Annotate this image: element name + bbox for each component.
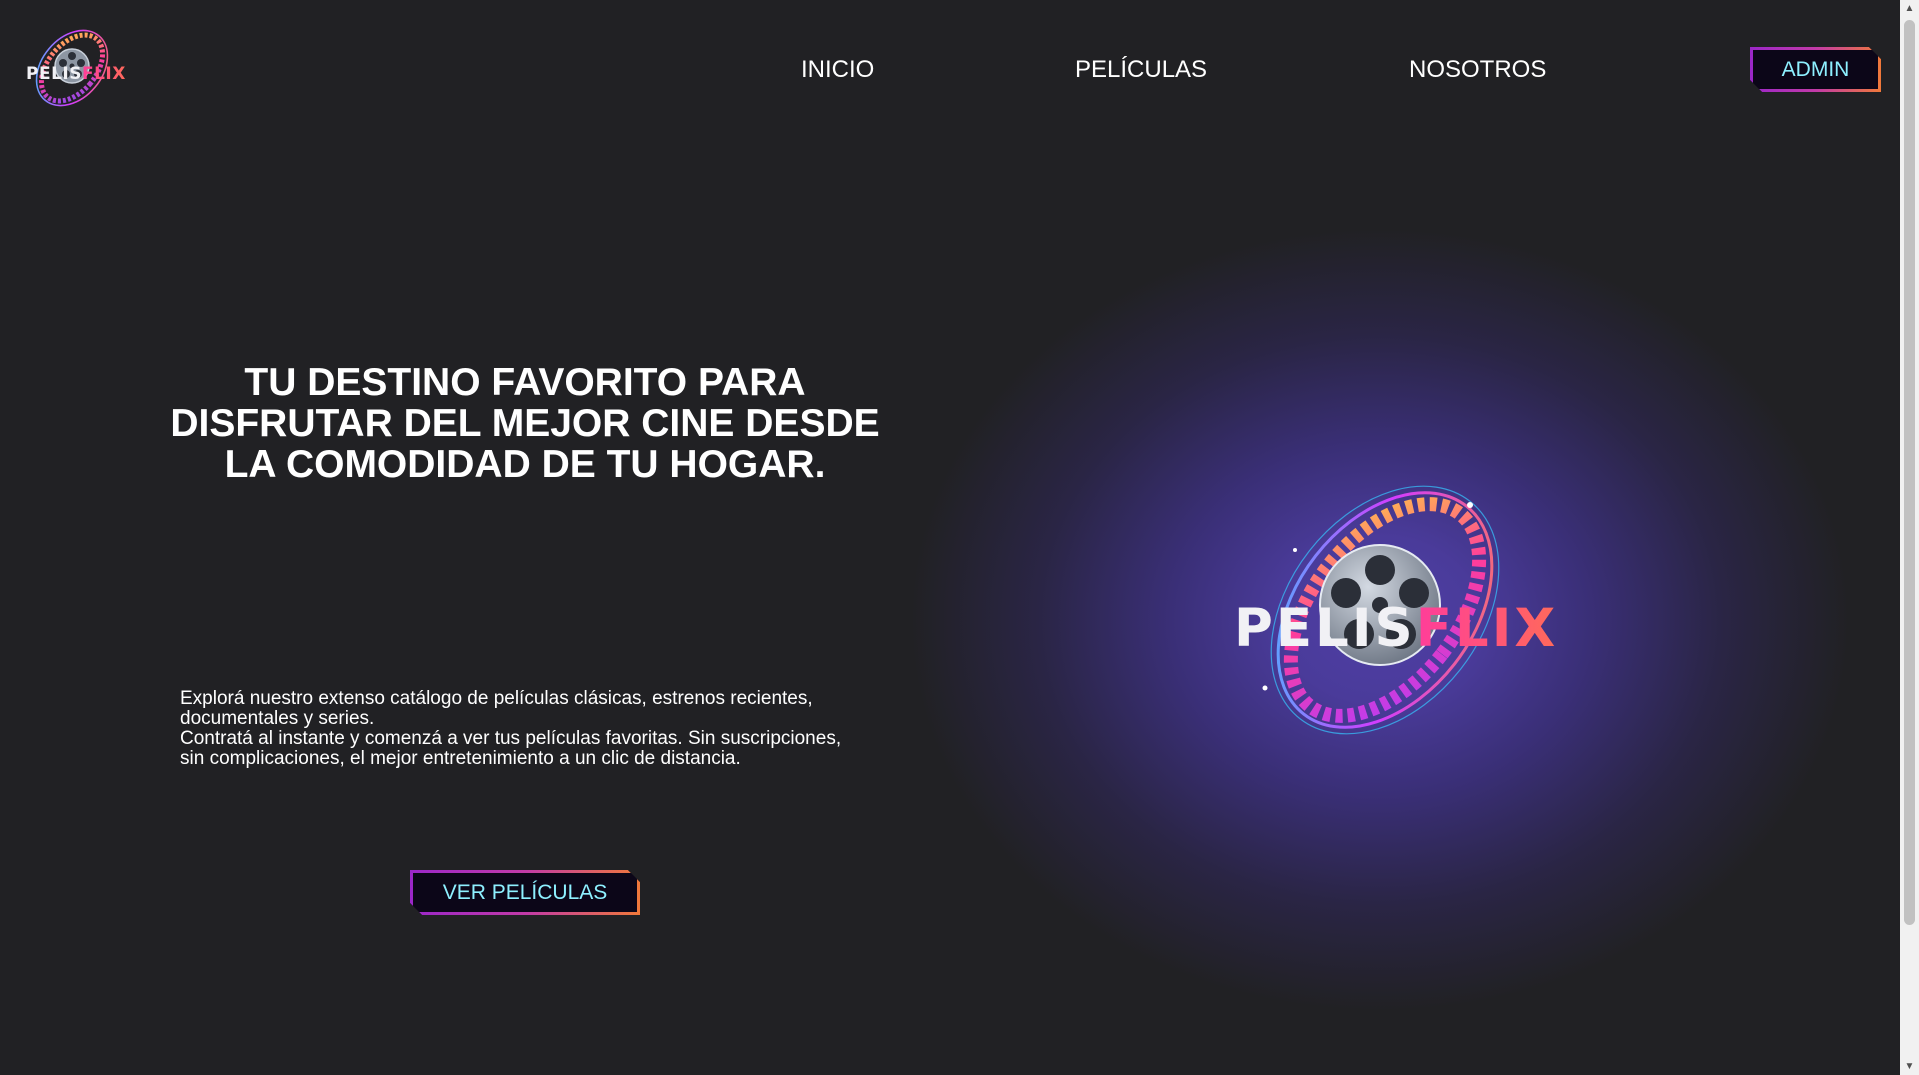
site-logo[interactable]: PELISFLIX: [22, 24, 125, 114]
hero-logo-text: PELISFLIX: [1234, 598, 1558, 659]
hero-logo-flix-text: FLIX: [1415, 598, 1559, 659]
ver-peliculas-button[interactable]: VER PELÍCULAS: [410, 870, 640, 915]
nav-link-peliculas[interactable]: PELÍCULAS: [1075, 56, 1207, 84]
nav-link-inicio[interactable]: INICIO: [801, 56, 874, 84]
site-header: PELISFLIX INICIO PELÍCULAS NOSOTROS ADMI…: [0, 0, 1900, 140]
vertical-scrollbar[interactable]: ▲ ▼: [1900, 0, 1919, 1075]
nav-link-nosotros[interactable]: NOSOTROS: [1409, 56, 1546, 84]
admin-button[interactable]: ADMIN: [1750, 47, 1881, 92]
page: PELISFLIX INICIO PELÍCULAS NOSOTROS ADMI…: [0, 0, 1919, 1075]
hero-paragraph-contract: Contratá al instante y comenzá a ver tus…: [180, 728, 842, 769]
ver-peliculas-button-label: VER PELÍCULAS: [442, 880, 608, 904]
scrollbar-thumb[interactable]: [1904, 20, 1915, 925]
admin-button-label: ADMIN: [1781, 57, 1850, 81]
hero-paragraph-catalog: Explorá nuestro extenso catálogo de pelí…: [180, 688, 813, 729]
scroll-up-arrow-icon[interactable]: ▲: [1900, 0, 1919, 17]
hero-description: Explorá nuestro extenso catálogo de pelí…: [180, 689, 860, 769]
logo-flix-text: FLIX: [81, 64, 126, 84]
logo-pelis-text: PELIS: [26, 64, 82, 84]
hero-logo-pelis-text: PELIS: [1234, 598, 1416, 659]
hero-logo: PELISFLIX: [1225, 480, 1555, 750]
site-logo-text: PELISFLIX: [26, 64, 126, 84]
scroll-down-arrow-icon[interactable]: ▼: [1900, 1058, 1919, 1075]
